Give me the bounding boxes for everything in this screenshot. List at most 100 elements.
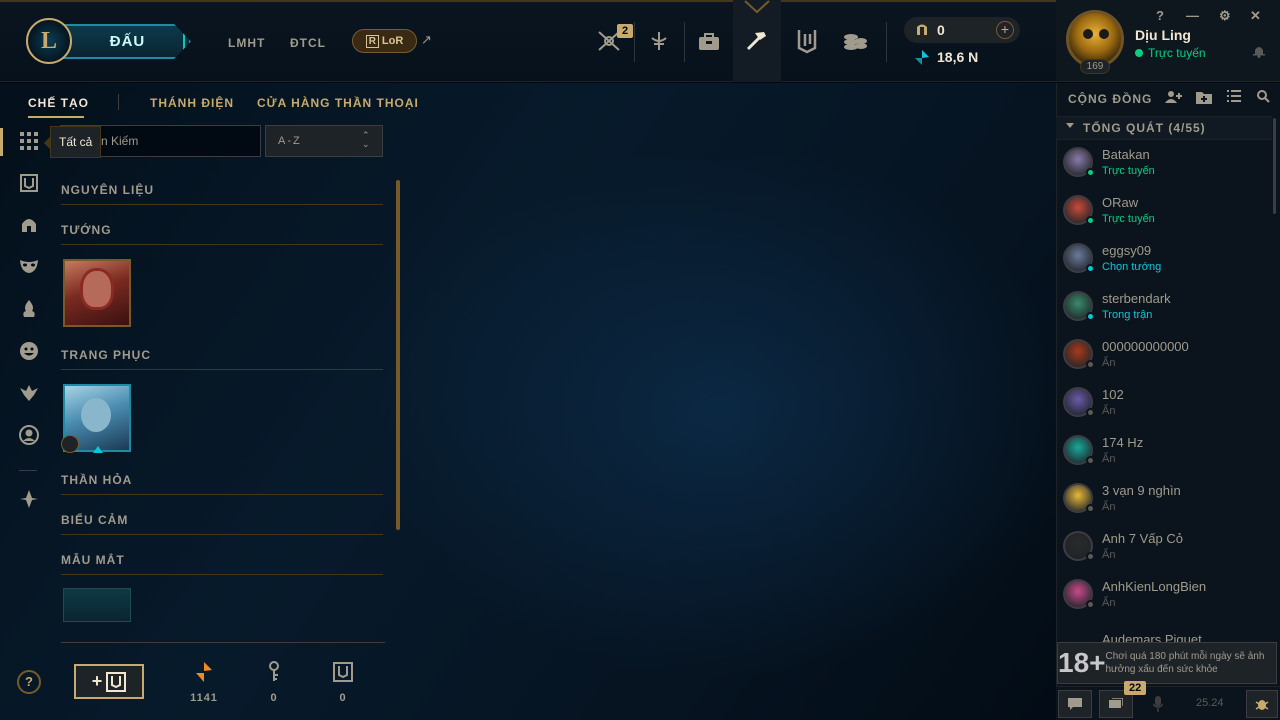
topbar-separator — [684, 22, 685, 62]
lor-label: LoR — [381, 35, 404, 47]
nav-lol[interactable]: LMHT — [228, 36, 265, 50]
section-champions[interactable]: TƯỚNG — [61, 223, 383, 245]
friend-status: Ẩn — [1102, 501, 1116, 513]
bug-report-icon[interactable] — [1246, 690, 1278, 718]
friend-name: 000000000000 — [1102, 339, 1189, 354]
section-title: BIỂU CẢM — [61, 513, 129, 527]
ward-skin-icon[interactable] — [17, 381, 41, 405]
collection-icon[interactable] — [790, 24, 824, 58]
section-eternals[interactable]: THẦN HỎA — [61, 473, 383, 495]
search-icon[interactable] — [1257, 90, 1270, 103]
settings-gear-icon[interactable]: ⚙ — [1219, 8, 1231, 24]
friend-row[interactable]: Batakan Trực tuyến — [1056, 142, 1272, 190]
topbar-separator — [634, 22, 635, 62]
section-title: TƯỚNG — [61, 223, 112, 237]
active-tab-caret — [744, 0, 770, 14]
social-scrollbar[interactable] — [1273, 118, 1276, 214]
topbar-separator — [886, 22, 887, 62]
tooltip-text: Tất cả — [59, 135, 93, 149]
list-view-icon[interactable] — [1227, 90, 1241, 102]
buy-rp-button[interactable]: + — [996, 21, 1014, 39]
dropdown-arrows-icon: ⌃ ⌄ — [362, 130, 370, 149]
inventory-scrollbar[interactable] — [396, 180, 400, 530]
friend-name: Anh 7 Vấp Cỏ — [1102, 531, 1183, 546]
presence-dot-icon — [1086, 312, 1095, 321]
add-chest-button[interactable]: + — [74, 664, 144, 699]
friend-status: Chọn tướng — [1102, 261, 1162, 273]
help-button[interactable]: ? — [17, 670, 41, 694]
tft-icon[interactable] — [17, 487, 41, 511]
presence-dot-icon — [1086, 552, 1095, 561]
notification-badge: 2 — [617, 24, 634, 38]
skin-mask-icon[interactable] — [17, 254, 41, 278]
grid-all-icon[interactable] — [17, 129, 41, 153]
play-button-label: ĐẤU — [109, 33, 146, 50]
lor-icon: R — [365, 34, 379, 48]
active-tab-underline — [28, 116, 84, 118]
friend-status: Ẩn — [1102, 549, 1116, 561]
rp-value: 0 — [937, 22, 945, 38]
key-value: 0 — [270, 692, 278, 704]
orange-essence-value: 1141 — [190, 692, 218, 704]
friend-status: Ẩn — [1102, 357, 1116, 369]
friend-row[interactable]: AnhKienLongBien Ẩn — [1056, 574, 1272, 622]
presence-dot-icon — [1086, 456, 1095, 465]
add-folder-icon[interactable] — [1196, 90, 1212, 104]
friend-row[interactable]: sterbendark Trong trận — [1056, 286, 1272, 334]
help-window-button[interactable]: ? — [1156, 8, 1164, 23]
champion-shard-item[interactable] — [63, 259, 131, 327]
presence-dot-icon — [1086, 264, 1095, 273]
friend-status: Trực tuyến — [1102, 213, 1155, 225]
friend-name: ORaw — [1102, 195, 1139, 210]
tab-sanctum[interactable]: THÁNH ĐIỆN — [150, 96, 234, 110]
friend-row[interactable]: 102 Ẩn — [1056, 382, 1272, 430]
friend-row[interactable]: ORaw Trực tuyến — [1056, 190, 1272, 238]
key-icon — [269, 661, 279, 681]
close-button[interactable]: ✕ — [1250, 8, 1261, 24]
blue-essence-icon — [915, 50, 929, 65]
add-button-label: + — [91, 671, 103, 691]
friend-status: Ẩn — [1102, 453, 1116, 465]
league-logo: L — [26, 18, 72, 64]
social-title: CỘNG ĐỒNG — [1068, 92, 1153, 106]
chat-icon[interactable] — [1058, 690, 1092, 718]
friend-name: 174 Hz — [1102, 435, 1144, 450]
emote-face-icon[interactable] — [17, 339, 41, 363]
chest-icon — [106, 671, 127, 692]
friend-row[interactable]: 000000000000 Ẩn — [1056, 334, 1272, 382]
tab-mythic-shop[interactable]: CỬA HÀNG THẦN THOẠI — [257, 96, 419, 110]
minimize-button[interactable]: — — [1186, 8, 1199, 23]
microphone-icon[interactable] — [1141, 690, 1175, 718]
eternals-flame-icon[interactable] — [17, 297, 41, 321]
subnav-separator — [118, 94, 119, 110]
friend-row[interactable]: Anh 7 Vấp Cỏ Ẩn — [1056, 526, 1272, 574]
orange-essence-counter: 1141 — [184, 660, 224, 704]
lor-button[interactable]: R LoR — [352, 29, 417, 53]
logo-letter: L — [40, 27, 57, 54]
friend-name: eggsy09 — [1102, 243, 1152, 258]
nav-tft[interactable]: ĐTCL — [290, 36, 326, 50]
friend-name: Batakan — [1102, 147, 1150, 162]
skin-rarity-icon — [61, 435, 79, 453]
add-friend-icon[interactable] — [1165, 90, 1183, 104]
loot-coins-icon[interactable] — [838, 24, 872, 58]
materials-icon[interactable] — [17, 171, 41, 195]
section-emotes[interactable]: BIỂU CẢM — [61, 513, 383, 535]
friend-row[interactable]: 3 vạn 9 nghìn Ẩn — [1056, 478, 1272, 526]
age-rating: 18+ — [1058, 647, 1106, 678]
friend-row[interactable]: eggsy09 Chọn tướng — [1056, 238, 1272, 286]
store-bag-icon[interactable] — [692, 24, 726, 58]
section-skins[interactable]: TRANG PHỤC — [61, 348, 383, 370]
ward-skin-item[interactable] — [63, 588, 131, 622]
profile-status[interactable]: Trực tuyến — [1135, 46, 1206, 60]
tab-crafting[interactable]: CHẾ TẠO — [28, 96, 89, 110]
ranked-icon[interactable] — [642, 24, 676, 58]
bell-icon[interactable] — [1252, 44, 1266, 58]
section-materials[interactable]: NGUYÊN LIỆU — [61, 183, 383, 205]
section-ward-skins[interactable]: MẪU MẮT — [61, 553, 383, 575]
friend-row[interactable]: 174 Hz Ẩn — [1056, 430, 1272, 478]
section-title: TRANG PHỤC — [61, 348, 151, 362]
profile-icon[interactable] — [17, 423, 41, 447]
crafting-hammer-icon[interactable] — [740, 24, 774, 58]
champion-helmet-icon[interactable] — [17, 213, 41, 237]
